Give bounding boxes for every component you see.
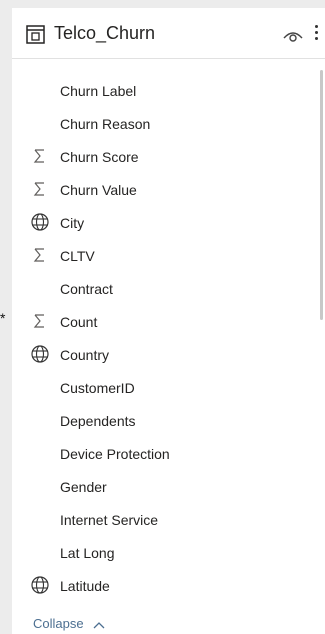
field-item[interactable]: Country [12, 340, 317, 373]
table-icon [26, 25, 45, 44]
sigma-icon [29, 312, 51, 330]
sigma-icon [29, 180, 51, 198]
field-label: Country [60, 347, 110, 363]
field-label: Latitude [60, 578, 110, 594]
field-label: Churn Label [60, 83, 137, 99]
field-label: City [60, 215, 85, 231]
collapse-button[interactable]: Collapse [33, 616, 105, 632]
field-label: Gender [60, 479, 107, 495]
field-item[interactable]: Lat Long [12, 538, 317, 571]
sigma-icon [29, 246, 51, 264]
more-options-icon[interactable] [312, 22, 320, 46]
table-title: Telco_Churn [54, 23, 156, 43]
field-item[interactable]: CustomerID [12, 373, 317, 406]
field-item[interactable]: CLTV [12, 241, 317, 274]
eye-icon[interactable] [282, 27, 304, 43]
globe-icon [29, 213, 51, 231]
field-label: Dependents [60, 413, 136, 429]
field-list: Churn Label Churn Reason Churn Score Churn … [12, 76, 317, 604]
globe-icon [29, 576, 51, 594]
field-item[interactable]: Contract [12, 274, 317, 307]
field-item[interactable]: Device Protection [12, 439, 317, 472]
table-header[interactable]: Telco_Churn [12, 8, 325, 59]
field-item[interactable]: Churn Value [12, 175, 317, 208]
field-item[interactable]: Churn Score [12, 142, 317, 175]
field-item[interactable]: Dependents [12, 406, 317, 439]
field-item[interactable]: Latitude [12, 571, 317, 604]
field-label: Churn Reason [60, 116, 151, 132]
field-item[interactable]: City [12, 208, 317, 241]
field-item[interactable]: Churn Label [12, 76, 317, 109]
sigma-icon [29, 147, 51, 165]
field-item[interactable]: Count [12, 307, 317, 340]
field-item[interactable]: Internet Service [12, 505, 317, 538]
drag-marker: * [0, 310, 6, 326]
field-label: Lat Long [60, 545, 115, 561]
field-label: CLTV [60, 248, 95, 264]
field-label: Count [60, 314, 98, 330]
field-item[interactable]: Churn Reason [12, 109, 317, 142]
field-label: Internet Service [60, 512, 159, 528]
field-label: Churn Score [60, 149, 139, 165]
field-item[interactable]: Gender [12, 472, 317, 505]
field-label: Device Protection [60, 446, 170, 462]
field-label: CustomerID [60, 380, 135, 396]
collapse-label: Collapse [33, 616, 84, 631]
fields-pane: Telco_Churn Churn Label Churn Reason Churn… [12, 8, 325, 634]
chevron-up-icon [93, 621, 105, 629]
field-label: Contract [60, 281, 113, 297]
globe-icon [29, 345, 51, 363]
field-label: Churn Value [60, 182, 137, 198]
scrollbar[interactable] [320, 70, 323, 320]
